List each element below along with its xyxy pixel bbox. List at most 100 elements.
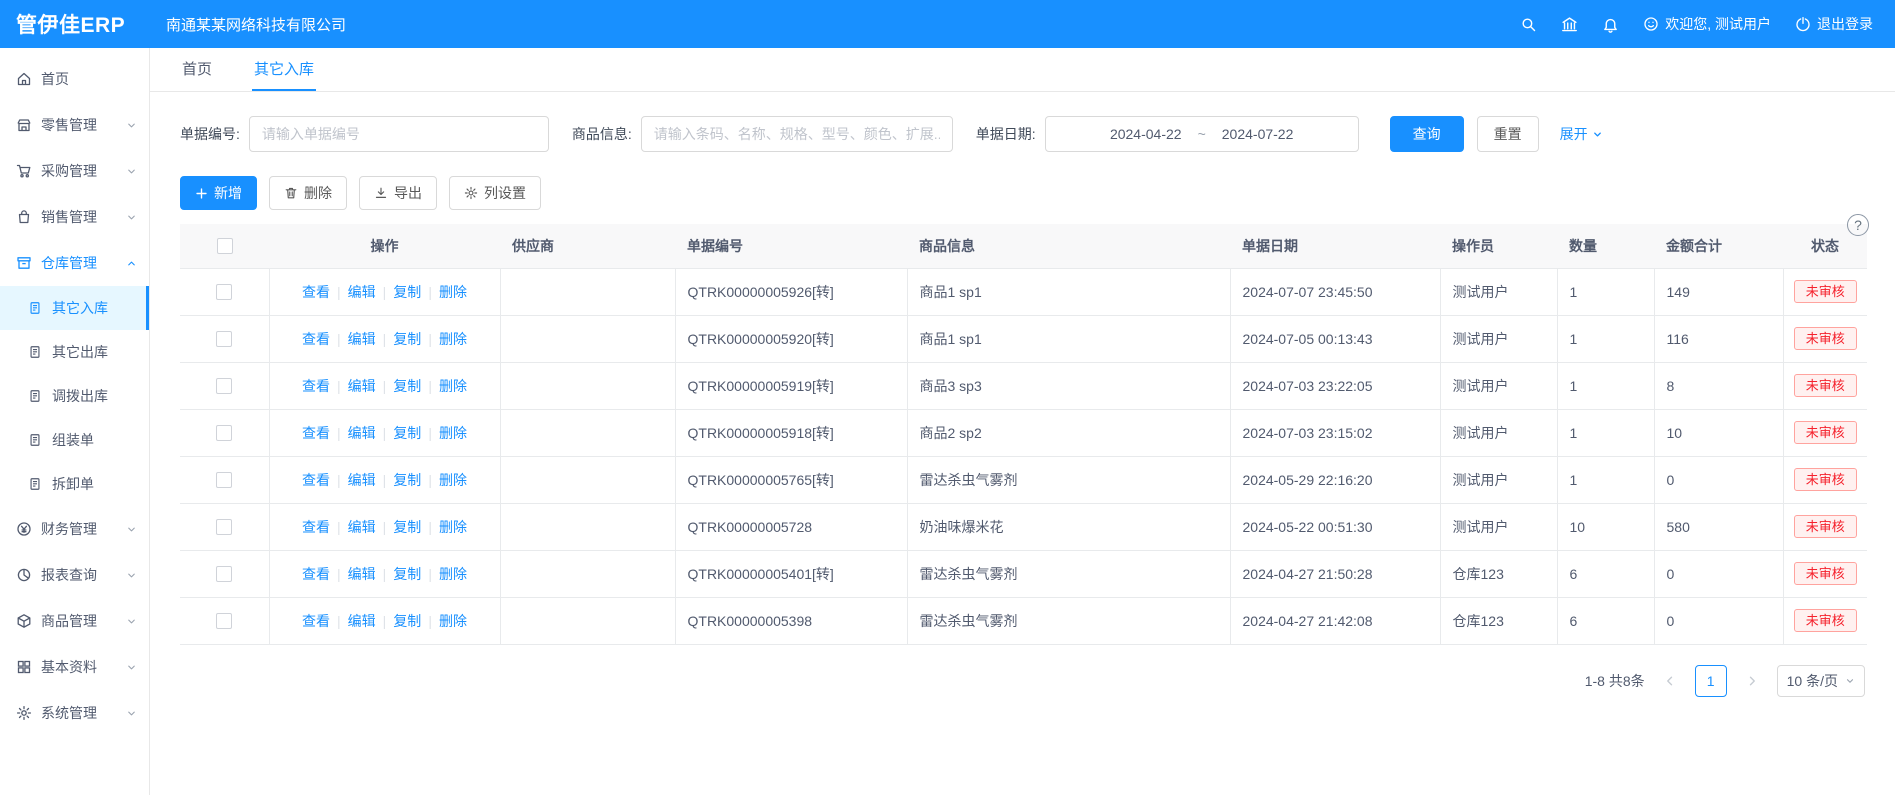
view-link[interactable]: 查看 xyxy=(302,378,330,394)
row-checkbox[interactable] xyxy=(216,613,232,629)
sidebar-item-finance[interactable]: 财务管理 xyxy=(0,506,149,552)
date-from-value[interactable]: 2024-04-22 xyxy=(1110,126,1182,142)
sidebar-subitem-other-inbound[interactable]: 其它入库 xyxy=(0,286,149,330)
sidebar-subitem-transfer-outbound[interactable]: 调拨出库 xyxy=(0,374,149,418)
view-link[interactable]: 查看 xyxy=(302,472,330,488)
logout-button[interactable]: 退出登录 xyxy=(1795,14,1873,34)
reset-button[interactable]: 重置 xyxy=(1477,116,1539,152)
view-link[interactable]: 查看 xyxy=(302,425,330,441)
delete-link[interactable]: 删除 xyxy=(439,284,467,300)
sidebar-item-basedata[interactable]: 基本资料 xyxy=(0,644,149,690)
edit-link[interactable]: 编辑 xyxy=(348,472,376,488)
delete-link[interactable]: 删除 xyxy=(439,519,467,535)
copy-link[interactable]: 复制 xyxy=(393,566,421,582)
delete-link[interactable]: 删除 xyxy=(439,613,467,629)
search-button[interactable]: 查询 xyxy=(1390,116,1464,152)
search-icon[interactable] xyxy=(1520,16,1537,33)
edit-link[interactable]: 编辑 xyxy=(348,284,376,300)
row-checkbox[interactable] xyxy=(216,331,232,347)
bill-no-input[interactable] xyxy=(249,116,549,152)
bell-icon[interactable] xyxy=(1602,16,1619,33)
delete-link[interactable]: 删除 xyxy=(439,378,467,394)
edit-link[interactable]: 编辑 xyxy=(348,613,376,629)
add-button[interactable]: 新增 xyxy=(180,176,257,210)
cell-operator: 测试用户 xyxy=(1440,409,1557,456)
copy-link[interactable]: 复制 xyxy=(393,378,421,394)
bank-icon[interactable] xyxy=(1561,16,1578,33)
row-checkbox[interactable] xyxy=(216,566,232,582)
sidebar-subitem-assembly[interactable]: 组装单 xyxy=(0,418,149,462)
row-checkbox[interactable] xyxy=(216,472,232,488)
edit-link[interactable]: 编辑 xyxy=(348,331,376,347)
delete-button[interactable]: 删除 xyxy=(269,176,347,210)
plus-icon xyxy=(195,187,208,200)
row-checkbox[interactable] xyxy=(216,378,232,394)
sidebar-item-home[interactable]: 首页 xyxy=(0,56,149,102)
sidebar-item-purchase[interactable]: 采购管理 xyxy=(0,148,149,194)
sidebar-item-reports[interactable]: 报表查询 xyxy=(0,552,149,598)
edit-link[interactable]: 编辑 xyxy=(348,566,376,582)
cell-supplier xyxy=(500,456,675,503)
home-icon xyxy=(16,71,32,87)
help-icon[interactable]: ? xyxy=(1847,214,1869,236)
cell-actions: 查看|编辑|复制|删除 xyxy=(269,456,500,503)
cell-operator: 仓库123 xyxy=(1440,550,1557,597)
edit-link[interactable]: 编辑 xyxy=(348,425,376,441)
page-size-select[interactable]: 10 条/页 xyxy=(1777,665,1865,697)
sidebar-subitem-other-outbound[interactable]: 其它出库 xyxy=(0,330,149,374)
sidebar-subitem-disassembly[interactable]: 拆卸单 xyxy=(0,462,149,506)
row-checkbox[interactable] xyxy=(216,519,232,535)
date-range-picker[interactable]: 2024-04-22 ~ 2024-07-22 xyxy=(1045,116,1359,152)
cell-checkbox xyxy=(180,268,269,315)
view-link[interactable]: 查看 xyxy=(302,519,330,535)
column-settings-button[interactable]: 列设置 xyxy=(449,176,541,210)
product-info-input[interactable] xyxy=(641,116,953,152)
action-separator: | xyxy=(428,472,432,488)
action-separator: | xyxy=(428,425,432,441)
filter-bar: 单据编号: 商品信息: 单据日期: 2024-04-22 ~ 2024-07-2… xyxy=(150,92,1895,158)
welcome-user[interactable]: 欢迎您, 测试用户 xyxy=(1643,14,1771,34)
next-page-icon[interactable] xyxy=(1737,666,1767,696)
action-separator: | xyxy=(383,566,387,582)
copy-link[interactable]: 复制 xyxy=(393,472,421,488)
sidebar-item-system[interactable]: 系统管理 xyxy=(0,690,149,736)
action-separator: | xyxy=(428,284,432,300)
select-all-checkbox[interactable] xyxy=(217,238,233,254)
date-to-value[interactable]: 2024-07-22 xyxy=(1222,126,1294,142)
copy-link[interactable]: 复制 xyxy=(393,425,421,441)
sidebar-item-retail[interactable]: 零售管理 xyxy=(0,102,149,148)
sidebar-item-goods[interactable]: 商品管理 xyxy=(0,598,149,644)
sidebar-item-warehouse[interactable]: 仓库管理 xyxy=(0,240,149,286)
view-link[interactable]: 查看 xyxy=(302,613,330,629)
delete-link[interactable]: 删除 xyxy=(439,566,467,582)
bill-no-label: 单据编号: xyxy=(180,124,240,144)
view-link[interactable]: 查看 xyxy=(302,284,330,300)
delete-link[interactable]: 删除 xyxy=(439,331,467,347)
copy-link[interactable]: 复制 xyxy=(393,284,421,300)
action-separator: | xyxy=(383,425,387,441)
prev-page-icon[interactable] xyxy=(1655,666,1685,696)
header-checkbox-cell xyxy=(180,224,269,268)
row-checkbox[interactable] xyxy=(216,425,232,441)
tab-other-inbound[interactable]: 其它入库 xyxy=(252,48,316,91)
tab-home[interactable]: 首页 xyxy=(180,48,214,91)
edit-link[interactable]: 编辑 xyxy=(348,519,376,535)
export-button[interactable]: 导出 xyxy=(359,176,437,210)
expand-link[interactable]: 展开 xyxy=(1560,124,1603,144)
cell-operator: 仓库123 xyxy=(1440,597,1557,644)
delete-link[interactable]: 删除 xyxy=(439,425,467,441)
delete-link[interactable]: 删除 xyxy=(439,472,467,488)
copy-link[interactable]: 复制 xyxy=(393,519,421,535)
export-button-label: 导出 xyxy=(394,183,422,203)
edit-link[interactable]: 编辑 xyxy=(348,378,376,394)
action-separator: | xyxy=(383,331,387,347)
sidebar-item-sales[interactable]: 销售管理 xyxy=(0,194,149,240)
copy-link[interactable]: 复制 xyxy=(393,613,421,629)
column-settings-label: 列设置 xyxy=(484,183,526,203)
copy-link[interactable]: 复制 xyxy=(393,331,421,347)
row-checkbox[interactable] xyxy=(216,284,232,300)
page-number-button[interactable]: 1 xyxy=(1695,665,1727,697)
view-link[interactable]: 查看 xyxy=(302,331,330,347)
view-link[interactable]: 查看 xyxy=(302,566,330,582)
chevron-down-icon xyxy=(1845,676,1855,686)
